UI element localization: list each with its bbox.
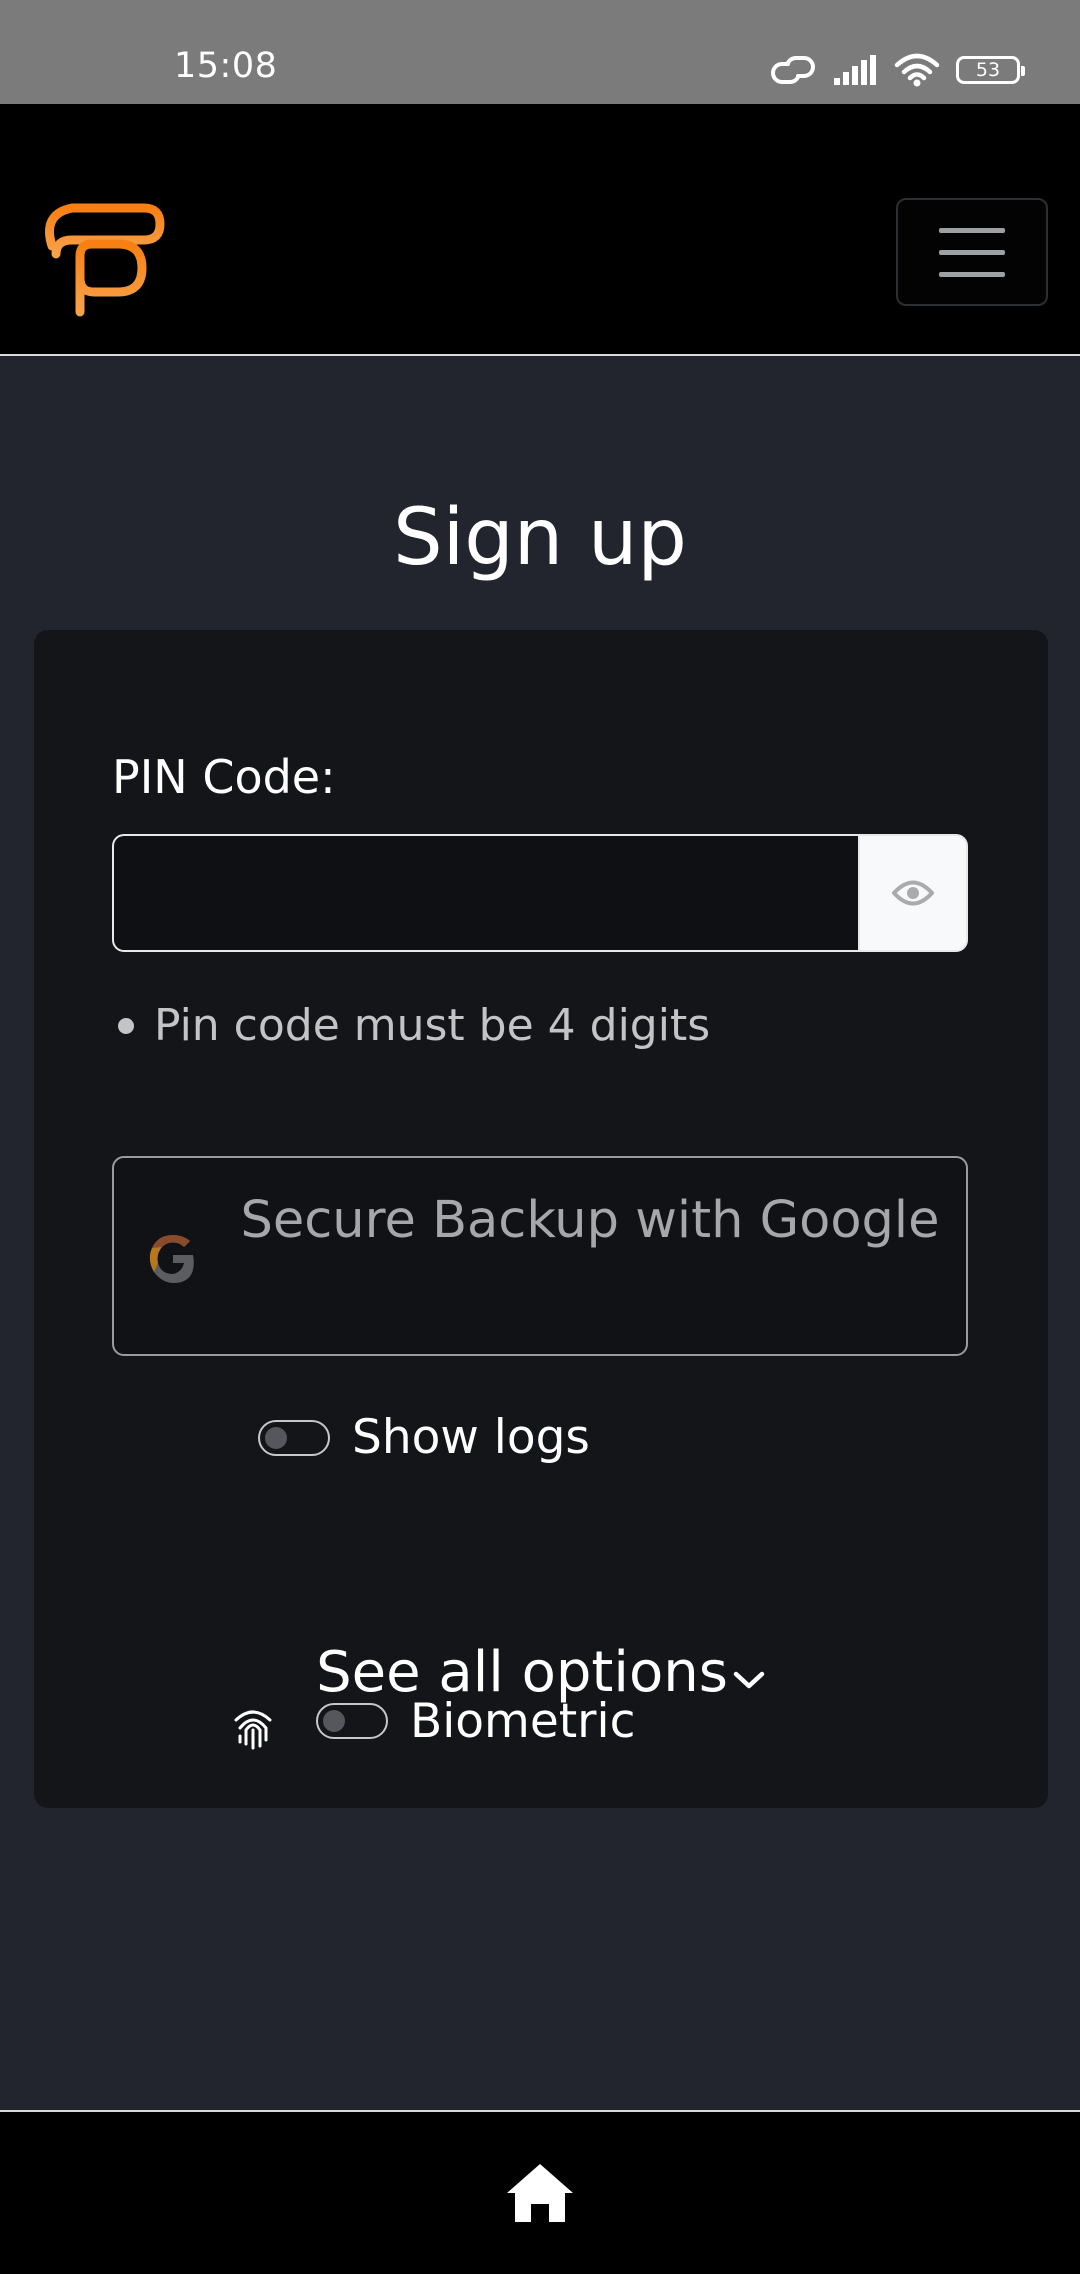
brand-logo-icon[interactable] [34,194,168,318]
google-icon [149,1235,194,1283]
show-logs-switch[interactable] [258,1419,330,1456]
hamburger-icon-bar [939,249,1005,255]
hamburger-menu-button[interactable] [896,198,1048,306]
home-icon[interactable] [503,2160,577,2226]
bottom-navbar [0,2110,1080,2274]
fingerprint-icon [234,1710,272,1750]
battery-indicator: 53 [956,56,1025,84]
pin-code-label: PIN Code: [112,750,336,804]
secure-backup-google-label: Secure Backup with Google [240,1191,940,1250]
biometric-toggle-row: Biometric [230,1692,635,1750]
status-bar: 15:08 53 [0,0,1080,104]
chevron-down-icon [733,1671,765,1688]
hamburger-icon-bar [939,271,1005,277]
toggle-pin-visibility-button[interactable] [858,834,968,952]
bullet-icon [118,1017,134,1034]
pin-rule-item: Pin code must be 4 digits [112,1000,710,1051]
wifi-icon [894,53,940,87]
link-icon [771,55,815,85]
switch-knob [265,1426,287,1449]
pin-rules-list: Pin code must be 4 digits [112,1000,710,1051]
pin-rule-text: Pin code must be 4 digits [154,1000,711,1051]
biometric-label: Biometric [410,1693,636,1749]
eye-icon [892,880,934,906]
hamburger-icon-bar [939,227,1005,233]
status-time: 15:08 [174,46,278,86]
pin-input-group [112,834,968,952]
switch-knob [323,1710,345,1732]
page-title: Sign up [393,493,687,583]
pin-code-input[interactable] [112,834,858,952]
show-logs-label: Show logs [352,1410,590,1465]
signal-icon [834,55,876,85]
show-logs-toggle-row: Show logs [258,1410,590,1465]
battery-level: 53 [975,59,1001,81]
signup-card: PIN Code: Pin code must be 4 digits Secu… [34,630,1048,1808]
secure-backup-google-button[interactable]: Secure Backup with Google [112,1156,968,1356]
top-navbar [0,104,1080,356]
status-icons: 53 [770,48,1025,92]
biometric-switch[interactable] [316,1703,388,1739]
